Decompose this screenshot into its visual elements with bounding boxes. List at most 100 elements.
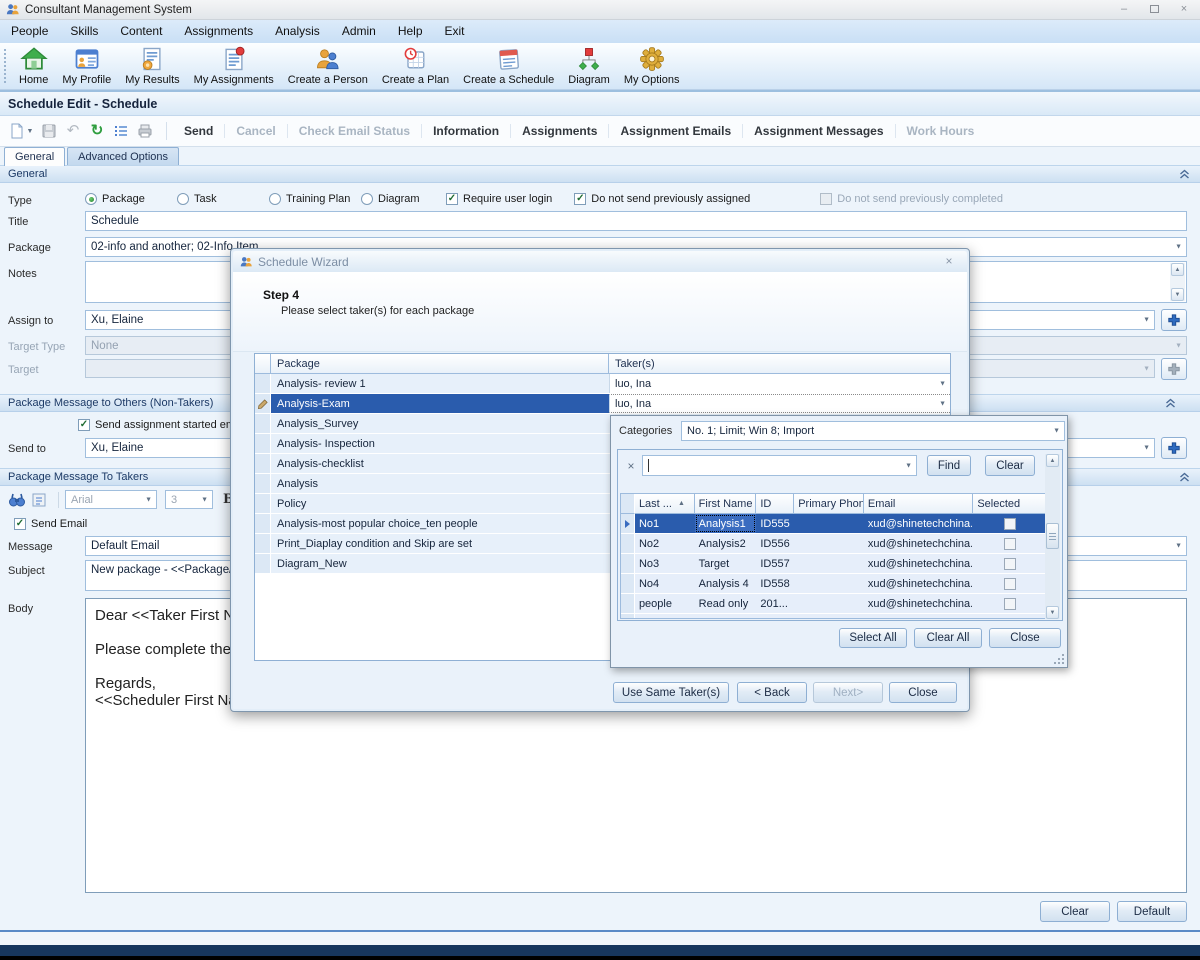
toolbar-create-schedule[interactable]: Create a Schedule bbox=[456, 43, 561, 86]
chevron-down-icon[interactable]: ▼ bbox=[1053, 428, 1060, 435]
new-document-caret-icon[interactable]: ▼ bbox=[26, 122, 34, 140]
selected-cell[interactable] bbox=[973, 554, 1047, 573]
default-button[interactable]: Default bbox=[1117, 901, 1187, 922]
toolbar-home[interactable]: Home bbox=[12, 43, 55, 86]
selected-cell[interactable] bbox=[973, 614, 1047, 619]
search-combo-input[interactable]: ▼ bbox=[642, 455, 917, 476]
new-document-icon[interactable] bbox=[8, 122, 26, 140]
person-row[interactable]: No3 Target ID557 xud@shinetechchina... bbox=[621, 554, 1047, 574]
type-radio[interactable]: Diagram bbox=[361, 193, 453, 205]
send-to-add-button[interactable] bbox=[1161, 437, 1187, 459]
person-row[interactable]: No1 Analysis1 ID555 xud@shinetechchina..… bbox=[621, 514, 1047, 534]
edit-toolbar-button[interactable]: Send bbox=[173, 124, 224, 138]
send-email-checkbox[interactable]: Send Email bbox=[14, 518, 87, 530]
menu-item[interactable]: Exit bbox=[434, 20, 476, 43]
chevron-down-icon[interactable]: ▼ bbox=[1175, 543, 1182, 550]
id-column-header[interactable]: ID bbox=[756, 494, 794, 514]
resize-grip[interactable] bbox=[1054, 654, 1064, 664]
selected-cell[interactable] bbox=[973, 534, 1047, 553]
scroll-up-icon[interactable]: ▲ bbox=[1171, 263, 1184, 276]
option-checkbox[interactable]: Require user login bbox=[446, 193, 552, 205]
find-button[interactable]: Find bbox=[927, 455, 971, 476]
email-column-header[interactable]: Email bbox=[864, 494, 973, 514]
send-started-email-checkbox[interactable]: Send assignment started email bbox=[78, 419, 246, 431]
notes-scrollbar[interactable]: ▲ ▼ bbox=[1170, 263, 1185, 301]
scroll-down-icon[interactable]: ▼ bbox=[1171, 288, 1184, 301]
insert-field-icon[interactable] bbox=[30, 491, 48, 509]
toolbar-create-plan[interactable]: Create a Plan bbox=[375, 43, 456, 86]
refresh-icon[interactable]: ↻ bbox=[88, 122, 106, 140]
toolbar-create-person[interactable]: Create a Person bbox=[281, 43, 375, 86]
chevron-down-icon[interactable]: ▼ bbox=[905, 462, 912, 469]
selected-column-header[interactable]: Selected bbox=[973, 494, 1047, 514]
collapse-chevron-icon[interactable] bbox=[1165, 398, 1176, 409]
categories-dropdown[interactable]: No. 1; Limit; Win 8; Import ▼ bbox=[681, 421, 1065, 441]
edit-toolbar-button[interactable]: Assignment Emails bbox=[608, 124, 742, 138]
grid-scrollbar[interactable]: ▲ ▼ bbox=[1045, 454, 1060, 619]
package-column-header[interactable]: Package bbox=[271, 354, 609, 374]
taker-combo[interactable]: luo, Ina ▼ bbox=[609, 394, 950, 413]
toolbar-my-options[interactable]: My Options bbox=[617, 43, 687, 86]
edit-toolbar-button[interactable]: Assignments bbox=[510, 124, 608, 138]
wizard-package-row[interactable]: Analysis-Exam luo, Ina ▼ bbox=[255, 394, 950, 414]
clear-button[interactable]: Clear bbox=[1040, 901, 1110, 922]
edit-toolbar-button[interactable]: Check Email Status bbox=[287, 124, 421, 138]
minimize-button[interactable]: – bbox=[1116, 2, 1132, 16]
assign-to-add-button[interactable] bbox=[1161, 309, 1187, 331]
toolbar-my-profile[interactable]: My Profile bbox=[55, 43, 118, 86]
edit-toolbar-button[interactable]: Information bbox=[421, 124, 510, 138]
phone-column-header[interactable]: Primary Phone bbox=[794, 494, 864, 514]
takers-column-header[interactable]: Taker(s) bbox=[609, 354, 950, 374]
person-row[interactable]: people Read only 201... xud@shinetechchi… bbox=[621, 594, 1047, 614]
person-row[interactable]: Siyun Li... Li... qq Liuyun@163.com bbox=[621, 614, 1047, 619]
edit-toolbar-button[interactable]: Work Hours bbox=[895, 124, 986, 138]
picker-close-button[interactable]: Close bbox=[989, 628, 1061, 648]
chevron-down-icon[interactable]: ▼ bbox=[939, 400, 946, 407]
maximize-button[interactable] bbox=[1150, 5, 1159, 13]
search-clear-button[interactable]: Clear bbox=[985, 455, 1035, 476]
scroll-up-icon[interactable]: ▲ bbox=[1046, 454, 1059, 467]
person-row[interactable]: No2 Analysis2 ID556 xud@shinetechchina..… bbox=[621, 534, 1047, 554]
back-button[interactable]: < Back bbox=[737, 682, 807, 703]
toolbar-my-assignments[interactable]: My Assignments bbox=[187, 43, 281, 86]
menu-item[interactable]: Admin bbox=[331, 20, 387, 43]
tab[interactable]: Advanced Options bbox=[67, 147, 179, 166]
chevron-down-icon[interactable]: ▼ bbox=[1175, 244, 1182, 251]
toolbar-my-results[interactable]: My Results bbox=[118, 43, 186, 86]
menu-item[interactable]: Assignments bbox=[173, 20, 264, 43]
wizard-title-bar[interactable]: Schedule Wizard × bbox=[233, 251, 967, 272]
scrollbar-thumb[interactable] bbox=[1046, 523, 1059, 549]
wizard-close-button[interactable]: Close bbox=[889, 682, 957, 703]
tab[interactable]: General bbox=[4, 147, 65, 166]
type-radio[interactable]: Task bbox=[177, 193, 269, 205]
clear-all-button[interactable]: Clear All bbox=[914, 628, 982, 648]
selected-cell[interactable] bbox=[973, 514, 1047, 533]
taker-cell[interactable]: luo, Ina ▼ bbox=[609, 394, 950, 413]
selected-cell[interactable] bbox=[973, 574, 1047, 593]
details-list-icon[interactable] bbox=[112, 122, 130, 140]
collapse-chevron-icon[interactable] bbox=[1179, 169, 1190, 180]
title-input[interactable]: Schedule bbox=[85, 211, 1187, 231]
first-name-column-header[interactable]: First Name bbox=[695, 494, 757, 514]
wizard-package-row[interactable]: Analysis- review 1 luo, Ina ▼ bbox=[255, 374, 950, 394]
collapse-chevron-icon[interactable] bbox=[1179, 472, 1190, 483]
chevron-down-icon[interactable]: ▼ bbox=[1143, 445, 1150, 452]
option-checkbox[interactable]: Do not send previously assigned bbox=[574, 193, 750, 205]
edit-toolbar-button[interactable]: Cancel bbox=[224, 124, 286, 138]
menu-item[interactable]: Help bbox=[387, 20, 434, 43]
close-button[interactable]: × bbox=[1176, 2, 1192, 16]
menu-item[interactable]: People bbox=[0, 20, 59, 43]
menu-item[interactable]: Analysis bbox=[264, 20, 331, 43]
menu-item[interactable]: Content bbox=[109, 20, 173, 43]
option-checkbox[interactable]: Do not send previously completed bbox=[820, 193, 1003, 205]
menu-item[interactable]: Skills bbox=[59, 20, 109, 43]
chevron-down-icon[interactable]: ▼ bbox=[939, 380, 946, 387]
find-binoculars-icon[interactable] bbox=[8, 491, 26, 509]
person-row[interactable]: No4 Analysis 4 ID558 xud@shinetechchina.… bbox=[621, 574, 1047, 594]
last-name-column-header[interactable]: Last ...▲ bbox=[635, 494, 695, 514]
selected-cell[interactable] bbox=[973, 594, 1047, 613]
scroll-down-icon[interactable]: ▼ bbox=[1046, 606, 1059, 619]
close-find-icon[interactable]: × bbox=[624, 458, 638, 474]
toolbar-diagram[interactable]: Diagram bbox=[561, 43, 617, 86]
taker-cell[interactable]: luo, Ina ▼ bbox=[609, 374, 950, 393]
